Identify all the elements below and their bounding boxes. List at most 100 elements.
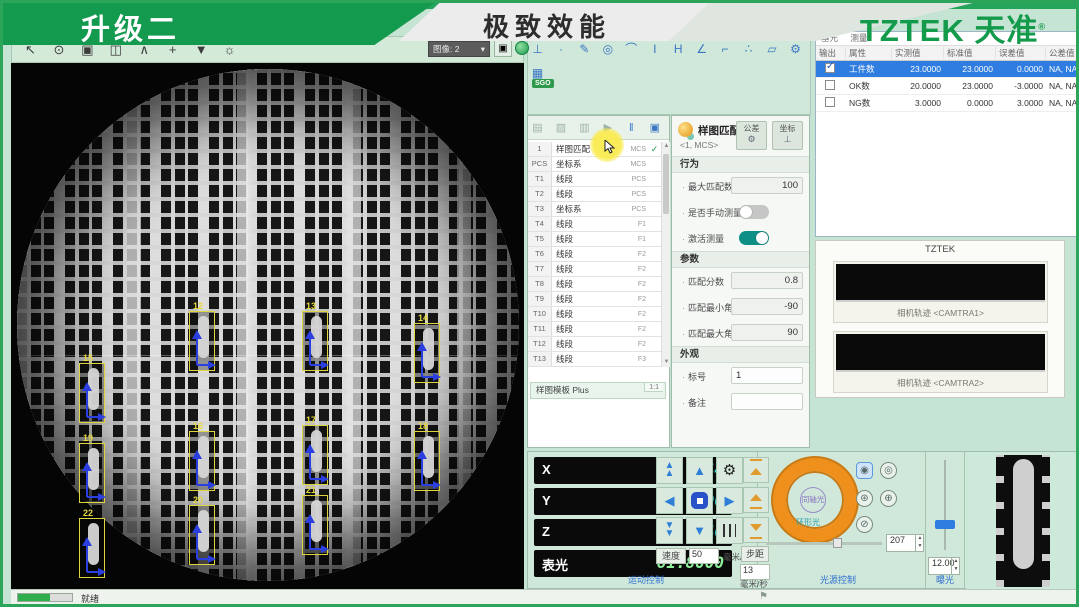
light-channel-3-button[interactable]: ⊛ xyxy=(856,490,873,507)
jog-down-button[interactable]: ▼ xyxy=(686,517,713,544)
vignette-overlay xyxy=(17,69,519,581)
note-row: 备注 xyxy=(672,389,809,415)
tab-motion-control[interactable]: 运动控制 xyxy=(628,573,664,586)
speed-button[interactable]: 速度 xyxy=(656,548,686,564)
speed-input[interactable]: 50 xyxy=(689,548,719,564)
corner-icon[interactable]: ⌐ xyxy=(717,40,734,58)
camera-trace-thumb-1[interactable]: 相机轨迹 <CAMTRA1> xyxy=(833,261,1048,323)
match-number: 17 xyxy=(306,415,316,425)
match-score-input[interactable]: 0.8 xyxy=(731,272,803,289)
tolerance-button[interactable]: 公差 ⚙ xyxy=(736,121,767,150)
jog-down-fast-button[interactable]: ▼▼ xyxy=(656,517,683,544)
jog-stop-button[interactable] xyxy=(686,487,713,514)
arc-icon[interactable]: ⌒ xyxy=(623,40,640,58)
exposure-slider-handle[interactable] xyxy=(935,520,955,529)
template-match-box: 20 xyxy=(189,505,215,565)
chevron-down-icon: ▾ xyxy=(481,42,485,57)
线段[interactable]: T9 线段 F2 xyxy=(528,292,661,307)
light-value-spinner[interactable]: ▲▼ xyxy=(915,534,924,552)
light-channel-4-button[interactable]: ⊕ xyxy=(880,490,897,507)
template-footer-header[interactable]: 样图模板 Plus 1:1 xyxy=(530,382,666,399)
坐标系[interactable]: PCS 坐标系 MCS xyxy=(528,157,661,172)
z-up-button[interactable] xyxy=(743,487,769,513)
jog-right-button[interactable]: ▶ xyxy=(716,487,743,514)
scatter-icon[interactable]: ∴ xyxy=(740,40,757,58)
camera-viewport[interactable]: 12 13 xyxy=(11,63,524,589)
线段[interactable]: T10 线段 F2 xyxy=(528,307,661,322)
min-angle-input[interactable]: -90 xyxy=(731,298,803,315)
light-channel-2-button[interactable]: ◎ xyxy=(880,462,897,479)
ring-light-graphic[interactable]: 同轴光 环形光 xyxy=(773,458,857,542)
coaxial-light-label: 同轴光 xyxy=(800,487,826,513)
tab-exposure[interactable]: 曝光 xyxy=(936,573,954,586)
ring-light-label: 环形光 xyxy=(796,517,820,528)
light-intensity-slider[interactable] xyxy=(766,542,882,545)
线段[interactable]: T8 线段 F2 xyxy=(528,277,661,292)
list-scrollbar[interactable]: ▲ ▼ xyxy=(661,142,670,367)
tag-input[interactable]: 1 xyxy=(731,367,803,384)
camera-trace-image-1 xyxy=(836,264,1045,302)
线段[interactable]: T6 线段 F2 xyxy=(528,247,661,262)
active-measure-toggle[interactable] xyxy=(739,231,769,245)
jog-up-button[interactable]: ▲ xyxy=(686,457,713,484)
pause-icon[interactable]: ‖ xyxy=(623,119,640,136)
exposure-slider[interactable] xyxy=(944,460,946,550)
线段[interactable]: T11 线段 F2 xyxy=(528,322,661,337)
max-match-input[interactable]: 100 xyxy=(731,177,803,194)
坐标系[interactable]: T3 坐标系 PCS xyxy=(528,202,661,217)
NG数[interactable]: NG数 3.0000 0.0000 3.0000 NA, NA xyxy=(816,95,1077,112)
max-angle-input[interactable]: 90 xyxy=(731,324,803,341)
线段[interactable]: T5 线段 F1 xyxy=(528,232,661,247)
scrollbar-thumb[interactable] xyxy=(663,154,669,214)
coordinate-button[interactable]: 坐标 ⊥ xyxy=(772,121,803,150)
properties-subtitle: <1, MCS> xyxy=(680,140,718,150)
note-input[interactable] xyxy=(731,393,803,410)
tools-icon[interactable]: ⚙ xyxy=(787,40,804,58)
light-channel-5-button[interactable]: ⊘ xyxy=(856,516,873,533)
angle-icon[interactable]: ∠ xyxy=(693,40,710,58)
线段[interactable]: T1 线段 PCS xyxy=(528,172,661,187)
status-bar: 就绪 ⚑ xyxy=(11,589,1078,604)
image-selector-dropdown[interactable]: 图像: 2 ▾ xyxy=(428,41,490,57)
joystick-button[interactable] xyxy=(716,517,743,544)
open-icon[interactable]: ▧ xyxy=(552,119,569,136)
camera-trace-thumb-2[interactable]: 相机轨迹 <CAMTRA2> xyxy=(833,331,1048,393)
OK数[interactable]: OK数 20.0000 23.0000 -3.0000 NA, NA xyxy=(816,78,1077,95)
distance-icon[interactable]: I xyxy=(646,40,663,58)
step-button[interactable]: 步距 xyxy=(741,546,769,562)
线段[interactable]: T2 线段 PCS xyxy=(528,187,661,202)
jog-left-button[interactable]: ◀ xyxy=(656,487,683,514)
tab-light-control[interactable]: 光源控制 xyxy=(820,573,856,586)
jog-up-fast-button[interactable]: ▲▲ xyxy=(656,457,683,484)
manual-measure-row: 是否手动测量 xyxy=(672,199,809,225)
light-channel-1-button[interactable]: ◉ xyxy=(856,462,873,479)
工件数[interactable]: 工件数 23.0000 23.0000 0.0000 NA, NA xyxy=(816,61,1077,78)
eraser-icon[interactable]: ▱ xyxy=(764,40,781,58)
template-footer-title: 样图模板 Plus xyxy=(536,385,589,395)
save-icon[interactable]: ▥ xyxy=(576,119,593,136)
slider-handle[interactable] xyxy=(833,538,842,548)
template-thumbnail[interactable] xyxy=(966,453,1078,589)
match-number: 14 xyxy=(418,313,428,323)
线段[interactable]: T7 线段 F2 xyxy=(528,262,661,277)
z-down-fast-button[interactable] xyxy=(743,517,769,543)
output-checkbox[interactable] xyxy=(825,97,835,107)
width-icon[interactable]: Η xyxy=(670,40,687,58)
output-checkbox[interactable] xyxy=(825,63,835,73)
线段[interactable]: T4 线段 F1 xyxy=(528,217,661,232)
pattern-match-icon xyxy=(678,122,693,137)
camera-panel-title: TZTEK xyxy=(816,244,1064,255)
output-checkbox[interactable] xyxy=(825,80,835,90)
report-icon[interactable]: ▣ xyxy=(646,119,663,136)
manual-measure-toggle[interactable] xyxy=(739,205,769,219)
线段[interactable]: T13 线段 F3 xyxy=(528,352,661,367)
new-icon[interactable]: ▤ xyxy=(529,119,546,136)
z-up-fast-button[interactable] xyxy=(743,457,769,483)
up-arrow-icon xyxy=(750,494,762,501)
线段[interactable]: T12 线段 F2 xyxy=(528,337,661,352)
jog-settings-button[interactable]: ⚙ xyxy=(716,457,743,484)
scroll-up-icon[interactable]: ▲ xyxy=(662,142,671,151)
coordinate-icon: ⊥ xyxy=(784,134,792,144)
zoom-ratio-tab[interactable]: 1:1 xyxy=(644,383,663,392)
scroll-down-icon[interactable]: ▼ xyxy=(662,358,671,367)
